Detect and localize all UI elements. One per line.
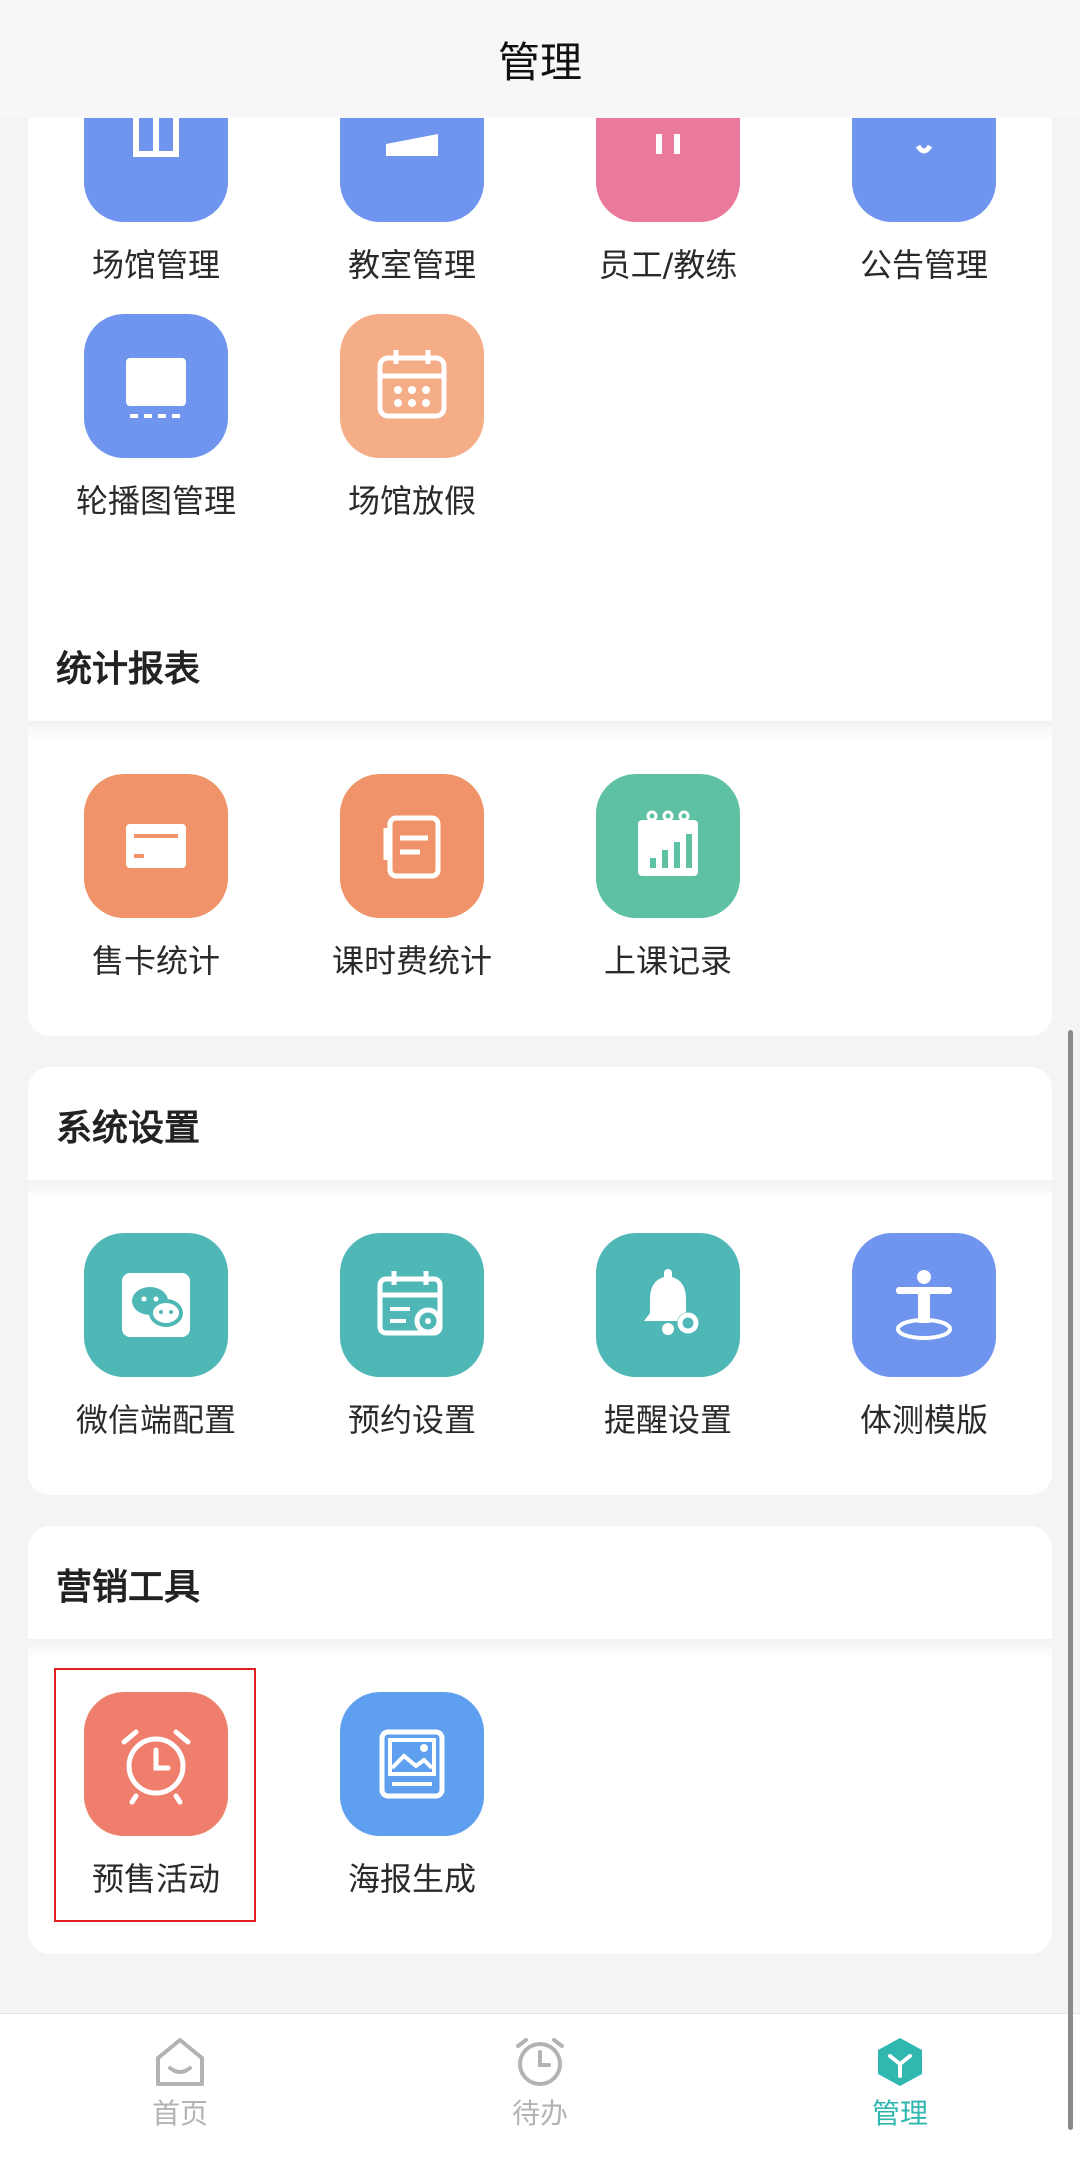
bar-chart-icon: [596, 774, 740, 918]
section-title: 统计报表: [56, 649, 201, 690]
item-reminder-settings[interactable]: 提醒设置: [540, 1233, 796, 1463]
item-announcement-management[interactable]: 公告管理: [796, 118, 1052, 308]
item-label: 上课记录: [603, 942, 732, 980]
poster-icon: [340, 1692, 484, 1836]
item-body-test-template[interactable]: 体测模版: [796, 1233, 1052, 1463]
section-divider: [28, 721, 1052, 741]
item-label: 提醒设置: [603, 1401, 732, 1439]
card-icon: [84, 774, 228, 918]
item-label: 员工/教练: [598, 246, 738, 284]
item-booking-settings[interactable]: 预约设置: [284, 1233, 540, 1463]
item-poster-generation[interactable]: 海报生成: [284, 1692, 540, 1922]
item-label: 预约设置: [347, 1401, 476, 1439]
item-staff-coach[interactable]: 员工/教练: [540, 118, 796, 308]
venue-icon: [84, 118, 228, 222]
item-class-records[interactable]: 上课记录: [540, 774, 796, 1004]
item-card-sales-stats[interactable]: 售卡统计: [28, 774, 284, 1004]
item-label: 体测模版: [859, 1401, 988, 1439]
section-title: 系统设置: [56, 1108, 201, 1149]
item-label: 轮播图管理: [75, 482, 236, 520]
item-venue-holiday[interactable]: 场馆放假: [284, 314, 540, 544]
body-test-icon: [852, 1233, 996, 1377]
item-wechat-config[interactable]: 微信端配置: [28, 1233, 284, 1463]
tab-home[interactable]: 首页: [90, 2014, 270, 2162]
item-classroom-management[interactable]: 教室管理: [284, 118, 540, 308]
top-header: 管理: [0, 0, 1080, 118]
section-divider: [28, 1180, 1052, 1200]
tab-label: 管理: [871, 2097, 928, 2130]
clock-icon: [516, 2038, 564, 2086]
scroll-content[interactable]: 场馆管理 教室管理 员工/教练 公告管理 轮播图管理 场馆放假 统计报表 售卡统…: [0, 118, 1080, 2013]
wechat-icon: [84, 1233, 228, 1377]
item-carousel-management[interactable]: 轮播图管理: [28, 314, 284, 544]
item-label: 课时费统计: [331, 942, 492, 980]
tab-management[interactable]: 管理: [810, 2014, 990, 2162]
item-label: 海报生成: [347, 1860, 476, 1898]
tab-label: 首页: [151, 2097, 208, 2130]
cube-icon: [878, 2038, 922, 2086]
tab-label: 待办: [511, 2097, 568, 2130]
classroom-icon: [340, 118, 484, 222]
calendar-gear-icon: [340, 1233, 484, 1377]
item-label: 教室管理: [347, 246, 476, 284]
bottom-tab-bar: 首页 待办 管理: [0, 2013, 1080, 2162]
staff-icon: [596, 118, 740, 222]
carousel-icon: [84, 314, 228, 458]
announcement-icon: [852, 118, 996, 222]
calendar-icon: [340, 314, 484, 458]
item-venue-management[interactable]: 场馆管理: [28, 118, 284, 308]
item-label: 售卡统计: [91, 942, 220, 980]
item-class-fee-stats[interactable]: 课时费统计: [284, 774, 540, 1004]
vertical-scrollbar[interactable]: [1068, 1030, 1073, 2130]
document-icon: [340, 774, 484, 918]
home-icon: [156, 2038, 204, 2086]
card-system-settings: 系统设置 微信端配置 预约设置 提醒设置 体测模版: [28, 1067, 1052, 1495]
item-label: 微信端配置: [75, 1401, 236, 1439]
section-title: 营销工具: [56, 1567, 201, 1608]
highlight-box: [54, 1668, 256, 1922]
item-label: 场馆放假: [347, 482, 476, 520]
section-divider: [28, 1639, 1052, 1659]
page-title: 管理: [497, 37, 582, 87]
tab-todo[interactable]: 待办: [450, 2014, 630, 2162]
card-statistics-reports: 统计报表 售卡统计 课时费统计 上课记录: [28, 608, 1052, 1036]
item-label: 场馆管理: [91, 246, 220, 284]
bell-gear-icon: [596, 1233, 740, 1377]
item-label: 公告管理: [859, 246, 988, 284]
